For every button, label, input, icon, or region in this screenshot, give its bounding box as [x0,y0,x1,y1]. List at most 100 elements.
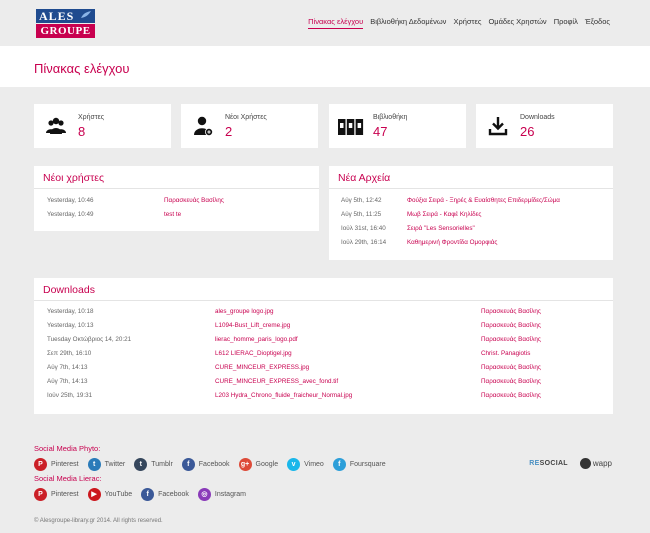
social-phyto-label: Social Media Phyto: [34,444,101,453]
social-link-tumblr[interactable]: t Tumblr [134,457,173,471]
social-label: Foursquare [349,460,386,468]
social-link-youtube[interactable]: ▶ YouTube [87,487,133,501]
instagram-icon: ◎ [197,487,211,501]
social-link-twitter[interactable]: t Twitter [87,457,126,471]
social-link-foursquare[interactable]: f Foursquare [332,457,386,471]
stat-card-downloads[interactable]: Downloads 26 [476,104,613,148]
list-item: Αύγ 5th, 12:42 Φούξια Σειρά - Ξηρές & Ευα… [329,194,613,208]
row-time: Yesterday, 10:49 [47,211,94,218]
wapp-text: wapp [592,459,612,468]
resocial-credit[interactable]: RESOCIAL [529,460,568,467]
copyright: © Alesgroupe-library.gr 2014. All rights… [34,518,163,524]
social-link-google[interactable]: g+ Google [238,457,279,471]
row-time: Αύγ 7th, 14:13 [47,364,88,371]
row-time: Αύγ 5th, 11:25 [341,211,382,218]
twitter-icon: t [87,457,101,471]
row-time: Αύγ 7th, 14:13 [47,378,88,385]
row-time: Yesterday, 10:18 [47,308,94,315]
nav-item[interactable]: Χρήστες [453,17,481,29]
panel-title: Νέα Αρχεία [338,172,391,184]
panel-title: Νέοι χρήστες [43,172,105,184]
social-link-facebook[interactable]: f Facebook [181,457,230,471]
list-item: Ιούλ 31st, 16:40 Σειρά "Les Sensorielles" [329,222,613,236]
social-link-instagram[interactable]: ◎ Instagram [197,487,246,501]
user-link[interactable]: Παρασκευάς Βασίλης [481,389,541,403]
row-time: Σεπ 29th, 16:10 [47,350,92,357]
file-link[interactable]: Καθημερινή Φροντίδα Ομορφιάς [407,236,497,250]
bird-icon [81,11,91,18]
download-row: Σεπ 29th, 16:10 L612 LIERAC_Dioptigel.jpg… [34,347,613,361]
google-icon: g+ [238,457,252,471]
wapp-credit[interactable]: wapp [579,458,612,469]
page-title: Πίνακας ελέγχου [34,61,130,76]
social-label: YouTube [104,490,133,498]
download-row: Tuesday Οκτώβριος 14, 20:21 lierac_homme_… [34,333,613,347]
nav-item[interactable]: Βιβλιοθήκη Δεδομένων [370,17,446,29]
list-item: Yesterday, 10:46 Παρασκευάς Βασίλης [34,194,319,208]
download-row: Ιούν 25th, 19:31 L203 Hydra_Chrono_fluide… [34,389,613,403]
social-label: Twitter [104,460,126,468]
nav-item[interactable]: Προφίλ [554,17,578,29]
file-link[interactable]: L612 LIERAC_Dioptigel.jpg [215,347,292,361]
user-link[interactable]: Παρασκευάς Βασίλης [481,319,541,333]
social-label: Vimeo [304,460,324,468]
divider [329,188,613,189]
stat-card-new-users[interactable]: Νέοι Χρήστες 2 [181,104,318,148]
user-link[interactable]: test te [164,208,181,222]
stat-card-library[interactable]: Βιβλιοθήκη 47 [329,104,466,148]
new-user-icon [194,116,213,136]
file-link[interactable]: L1094-Bust_Lift_creme.jpg [215,319,290,333]
social-label: Tumblr [151,460,173,468]
row-time: Αύγ 5th, 12:42 [341,197,382,204]
pinterest-icon: P [34,487,47,501]
stat-value: 47 [373,124,388,139]
download-icon [488,117,508,136]
social-label: Pinterest [51,460,79,468]
list-item: Αύγ 5th, 11:25 Μωβ Σειρά - Καφέ Κηλίδες [329,208,613,222]
nav-item[interactable]: Έξοδος [585,17,610,29]
user-link[interactable]: Παρασκευάς Βασίλης [481,361,541,375]
social-link-facebook[interactable]: f Facebook [141,487,189,501]
row-time: Ιούλ 31st, 16:40 [341,225,386,232]
youtube-icon: ▶ [87,487,101,501]
nav-item[interactable]: Πίνακας ελέγχου [308,17,364,29]
downloads-panel: Downloads Yesterday, 10:18 ales_groupe lo… [34,278,613,414]
social-label: Google [255,460,279,468]
credits: RESOCIAL wapp [529,458,612,469]
stat-value: 26 [520,124,535,139]
social-link-pinterest[interactable]: P Pinterest [34,457,79,471]
user-link[interactable]: Christ. Panagiotis [481,347,530,361]
download-row: Yesterday, 10:18 ales_groupe logo.jpg Παρα… [34,305,613,319]
stat-card-users[interactable]: Χρήστες 8 [34,104,171,148]
brand-logo[interactable]: ALES GROUPE [36,9,95,38]
file-link[interactable]: CURE_MINCEUR_EXPRESS_avec_fond.tif [215,375,338,389]
list-item: Yesterday, 10:49 test te [34,208,319,222]
file-link[interactable]: L203 Hydra_Chrono_fluide_fraicheur_Norma… [215,389,352,403]
stat-value: 8 [78,124,86,139]
top-bar: ALES GROUPE Πίνακας ελέγχου Βιβλιοθήκη Δε… [0,0,650,46]
user-link[interactable]: Παρασκευάς Βασίλης [481,333,541,347]
file-link[interactable]: Μωβ Σειρά - Καφέ Κηλίδες [407,208,481,222]
social-phyto-links: P Pinterest t Twitter t Tumblr f Facebook g+ Goog… [34,457,395,471]
stat-label: Downloads [520,114,555,121]
social-link-pinterest[interactable]: P Pinterest [34,487,79,501]
row-time: Ιούν 25th, 19:31 [47,392,93,399]
facebook-icon: f [141,487,155,501]
resocial-prefix: RE [529,460,540,467]
row-time: Yesterday, 10:13 [47,322,94,329]
nav-item[interactable]: Ομάδες Χρηστών [488,17,546,29]
file-link[interactable]: ales_groupe logo.jpg [215,305,273,319]
panel-title: Downloads [43,284,95,296]
title-bar: Πίνακας ελέγχου [0,46,650,87]
file-link[interactable]: Σειρά "Les Sensorielles" [407,222,475,236]
user-link[interactable]: Παρασκευάς Βασίλης [164,194,224,208]
file-link[interactable]: lierac_homme_paris_logo.pdf [215,333,298,347]
social-link-vimeo[interactable]: v Vimeo [287,457,324,471]
file-link[interactable]: CURE_MINCEUR_EXPRESS.jpg [215,361,309,375]
users-icon [46,117,66,134]
user-link[interactable]: Παρασκευάς Βασίλης [481,375,541,389]
user-link[interactable]: Παρασκευάς Βασίλης [481,305,541,319]
library-icon [338,119,364,135]
file-link[interactable]: Φούξια Σειρά - Ξηρές & Ευαίσθητες Επιδερ… [407,194,560,208]
resocial-rest: SOCIAL [539,460,568,467]
